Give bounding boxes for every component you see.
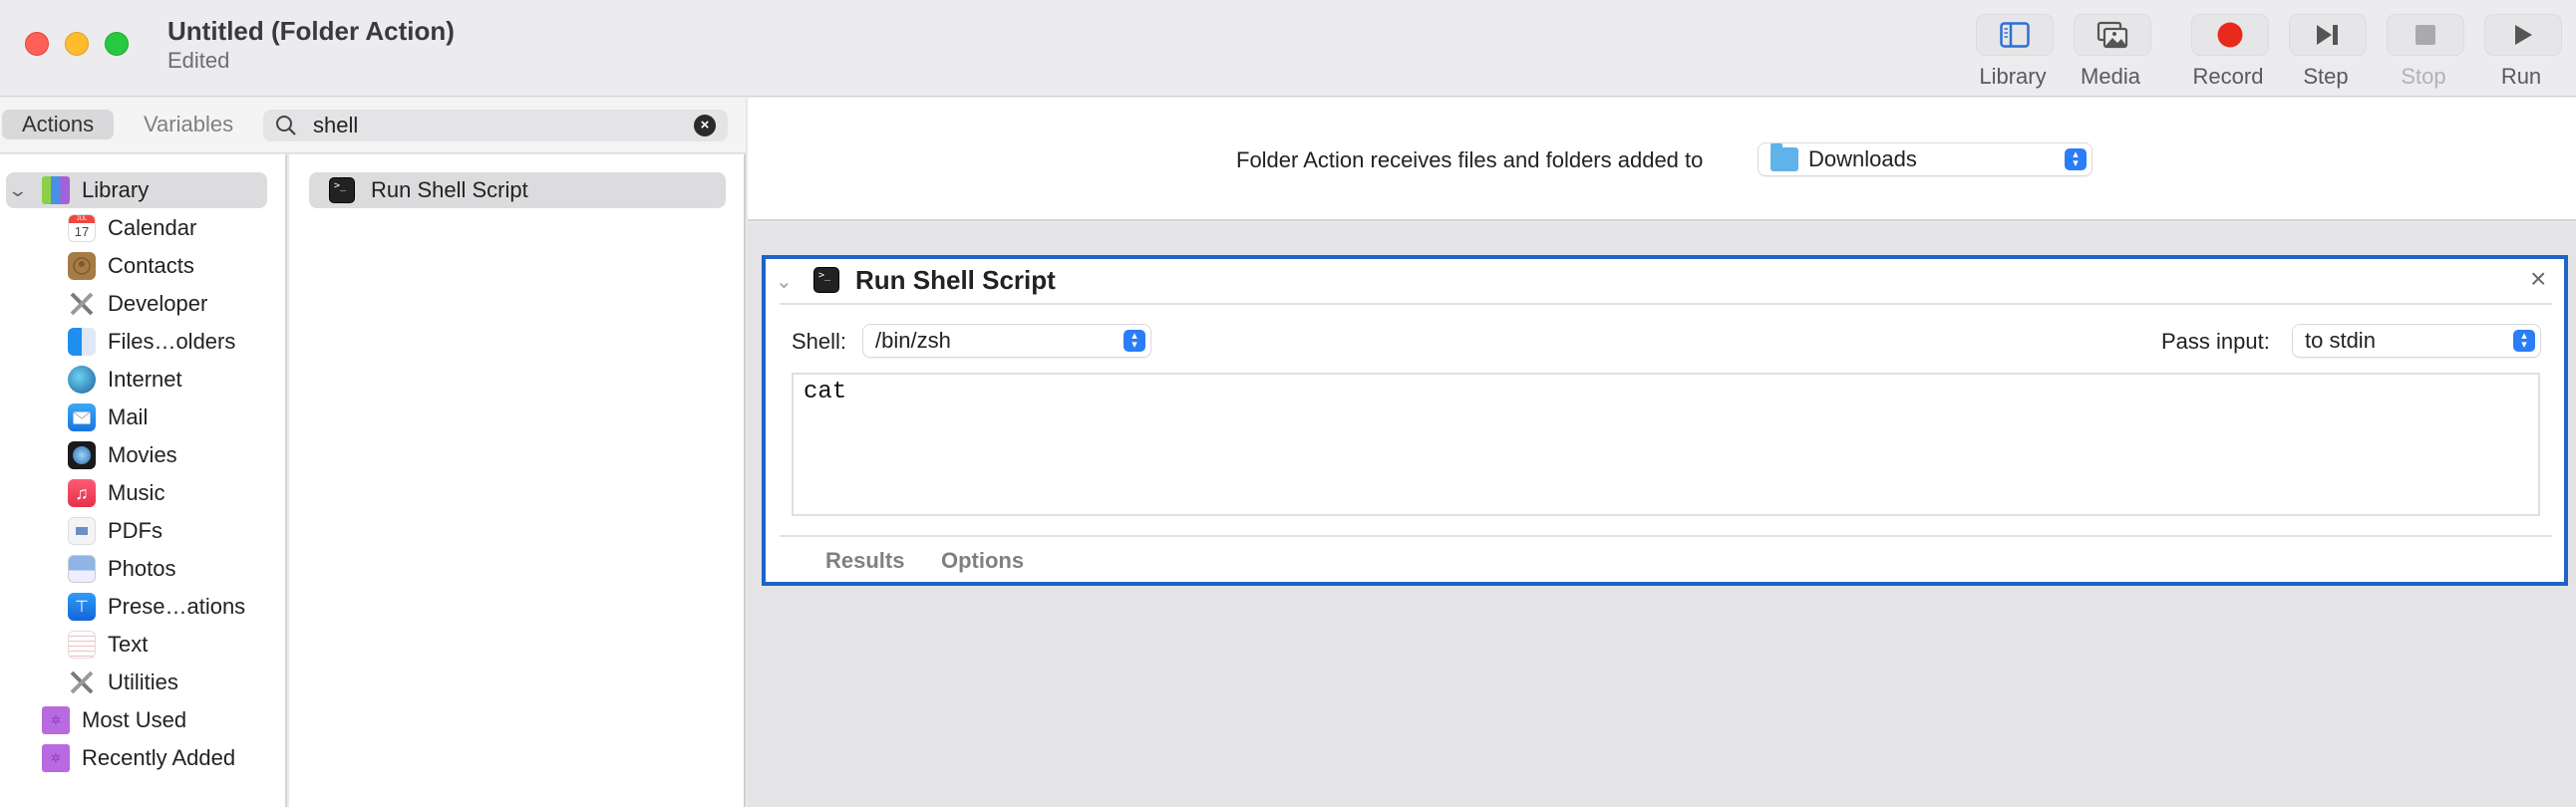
play-icon [2515, 25, 2532, 45]
clear-search-icon[interactable]: × [694, 115, 716, 136]
calendar-icon: JUL 17 [68, 214, 96, 242]
media-toolbar-label: Media [2081, 64, 2140, 89]
tools-icon [68, 669, 96, 696]
smart-group-item[interactable]: ✲ Most Used [42, 703, 186, 737]
zoom-window-button[interactable] [105, 32, 129, 56]
tools-icon [68, 290, 96, 318]
sidebar-icon [2000, 22, 2030, 48]
actions-list [289, 154, 746, 807]
minimize-window-button[interactable] [65, 32, 89, 56]
search-input[interactable] [313, 110, 672, 141]
library-item[interactable]: PDFs [68, 514, 162, 548]
folder-icon [1771, 143, 1798, 171]
window-subtitle: Edited [167, 48, 230, 73]
stop-toolbar-label: Stop [2401, 64, 2446, 89]
popup-arrows-icon: ▴ ▾ [2065, 148, 2087, 170]
terminal-icon: >_ [329, 177, 355, 203]
run-toolbar-label: Run [2500, 64, 2542, 89]
preview-icon [68, 555, 96, 583]
library-item[interactable]: Text [68, 628, 148, 662]
collapse-chevron-icon[interactable]: ⌄ [776, 269, 793, 294]
popup-arrows-icon: ▴ ▾ [2513, 330, 2535, 352]
close-window-button[interactable] [25, 32, 49, 56]
library-item[interactable]: Contacts [68, 249, 194, 283]
stop-icon [2415, 25, 2435, 45]
mail-icon [68, 404, 96, 431]
record-toolbar-label: Record [2192, 64, 2264, 89]
options-tab[interactable]: Options [941, 548, 1024, 574]
pass-input-label: Pass input: [2161, 329, 2270, 354]
contacts-icon [68, 252, 96, 280]
pdf-icon [68, 517, 96, 545]
photos-icon [2096, 21, 2128, 49]
step-toolbar-button[interactable] [2289, 14, 2367, 56]
step-toolbar-label: Step [2303, 64, 2349, 89]
keynote-icon: ⊤ [68, 593, 96, 621]
library-toolbar-button[interactable] [1976, 14, 2054, 56]
library-item[interactable]: JUL 17 Calendar [68, 211, 196, 245]
action-list-item[interactable]: >_ Run Shell Script [309, 172, 726, 208]
pass-input-popup[interactable]: to stdin ▴ ▾ [2293, 325, 2540, 357]
terminal-icon: >_ [813, 267, 855, 293]
smart-folder-icon: ✲ [42, 744, 70, 772]
quicktime-icon [68, 441, 96, 469]
smart-group-item[interactable]: ✲ Recently Added [42, 741, 235, 775]
library-item[interactable]: ♫ Music [68, 476, 164, 510]
shell-popup[interactable]: /bin/zsh ▴ ▾ [863, 325, 1150, 357]
close-icon[interactable]: × [2530, 263, 2546, 295]
textedit-icon [68, 631, 96, 659]
library-root[interactable]: ⌄ Library [7, 173, 150, 207]
actions-tab[interactable]: Actions [2, 110, 115, 139]
library-item[interactable]: Utilities [68, 666, 178, 699]
library-item[interactable]: Mail [68, 401, 148, 434]
action-title: Run Shell Script [855, 265, 1056, 295]
window-title: Untitled (Folder Action) [167, 16, 455, 46]
results-tab[interactable]: Results [825, 548, 904, 574]
record-icon [2217, 22, 2243, 48]
library-icon [42, 176, 70, 204]
music-icon: ♫ [68, 479, 96, 507]
library-item[interactable]: Developer [68, 287, 207, 321]
finder-icon [68, 328, 96, 356]
search-icon [276, 116, 296, 135]
library-item[interactable]: Movies [68, 438, 177, 472]
popup-arrows-icon: ▴ ▾ [1124, 330, 1145, 352]
folder-popup[interactable]: Downloads ▴ ▾ [1759, 143, 2092, 175]
record-toolbar-button[interactable] [2191, 14, 2269, 56]
media-toolbar-button[interactable] [2074, 14, 2151, 56]
run-toolbar-button[interactable] [2484, 14, 2562, 56]
library-root-label: Library [82, 177, 150, 202]
library-item[interactable]: Photos [68, 552, 176, 586]
chevron-down-icon[interactable]: ⌄ [7, 180, 41, 201]
divider [780, 303, 2552, 305]
script-editor[interactable]: cat [792, 373, 2540, 516]
library-item[interactable]: Internet [68, 363, 182, 397]
variables-tab[interactable]: Variables [124, 110, 253, 139]
step-icon [2317, 25, 2338, 45]
divider [780, 535, 2552, 537]
library-item[interactable]: Files…olders [68, 325, 235, 359]
shell-label: Shell: [792, 329, 847, 354]
globe-icon [68, 366, 96, 394]
folder-action-label: Folder Action receives files and folders… [1236, 147, 1704, 172]
smart-folder-icon: ✲ [42, 706, 70, 734]
stop-toolbar-button [2387, 14, 2464, 56]
search-field[interactable]: × [263, 110, 728, 141]
library-toolbar-label: Library [1979, 64, 2047, 89]
library-item[interactable]: ⊤ Prese…ations [68, 590, 245, 624]
